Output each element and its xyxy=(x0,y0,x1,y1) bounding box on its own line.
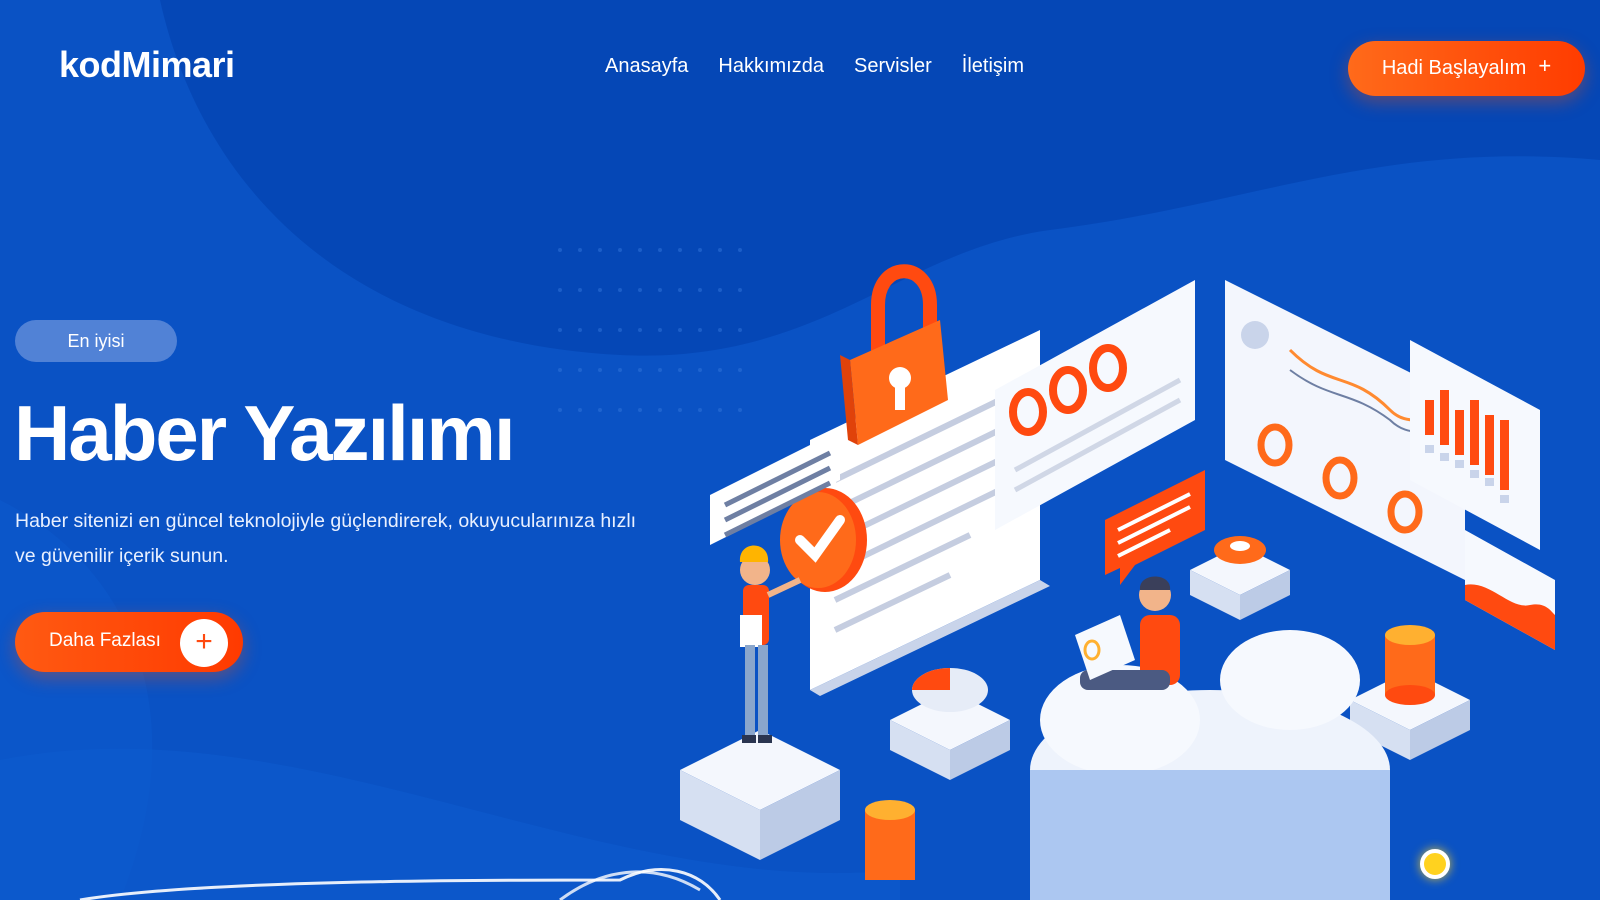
nav-item-services[interactable]: Servisler xyxy=(854,55,932,78)
slider-dot-active[interactable] xyxy=(1420,849,1450,879)
person-with-laptop xyxy=(1075,576,1180,690)
nav-item-contact[interactable]: İletişim xyxy=(962,55,1024,78)
cloud-shape xyxy=(1030,630,1390,900)
platform-left xyxy=(680,730,840,860)
main-nav: Anasayfa Hakkımızda Servisler İletişim xyxy=(605,55,1024,78)
plus-icon: + xyxy=(180,619,228,667)
pie-chart-icon xyxy=(912,668,988,712)
nav-item-about[interactable]: Hakkımızda xyxy=(718,55,824,78)
coin-stack-right xyxy=(1385,625,1435,705)
hero-badge: En iyisi xyxy=(15,320,177,362)
coin-stack-bottom xyxy=(865,800,915,880)
nav-item-home[interactable]: Anasayfa xyxy=(605,55,688,78)
isometric-illustration xyxy=(680,264,1555,900)
hero-description: Haber sitenizi en güncel teknolojiyle gü… xyxy=(15,510,637,567)
more-button-label: Daha Fazlası xyxy=(49,630,161,651)
get-started-label: Hadi Başlayalım xyxy=(1381,57,1527,79)
area-chart-card xyxy=(1465,530,1555,650)
landing-page: kodMimari Anasayfa Hakkımızda Servisler … xyxy=(0,0,1600,900)
more-button[interactable]: Daha Fazlası + xyxy=(15,612,243,672)
person-standing xyxy=(739,545,802,743)
get-started-button[interactable]: Hadi Başlayalım + xyxy=(1348,41,1585,96)
hero-title: Haber Yazılımı xyxy=(14,389,515,477)
site-logo[interactable]: kodMimari xyxy=(59,44,235,86)
gear-icon xyxy=(1214,536,1266,564)
chat-bubble xyxy=(1105,470,1205,585)
plus-icon: + xyxy=(1538,52,1552,78)
